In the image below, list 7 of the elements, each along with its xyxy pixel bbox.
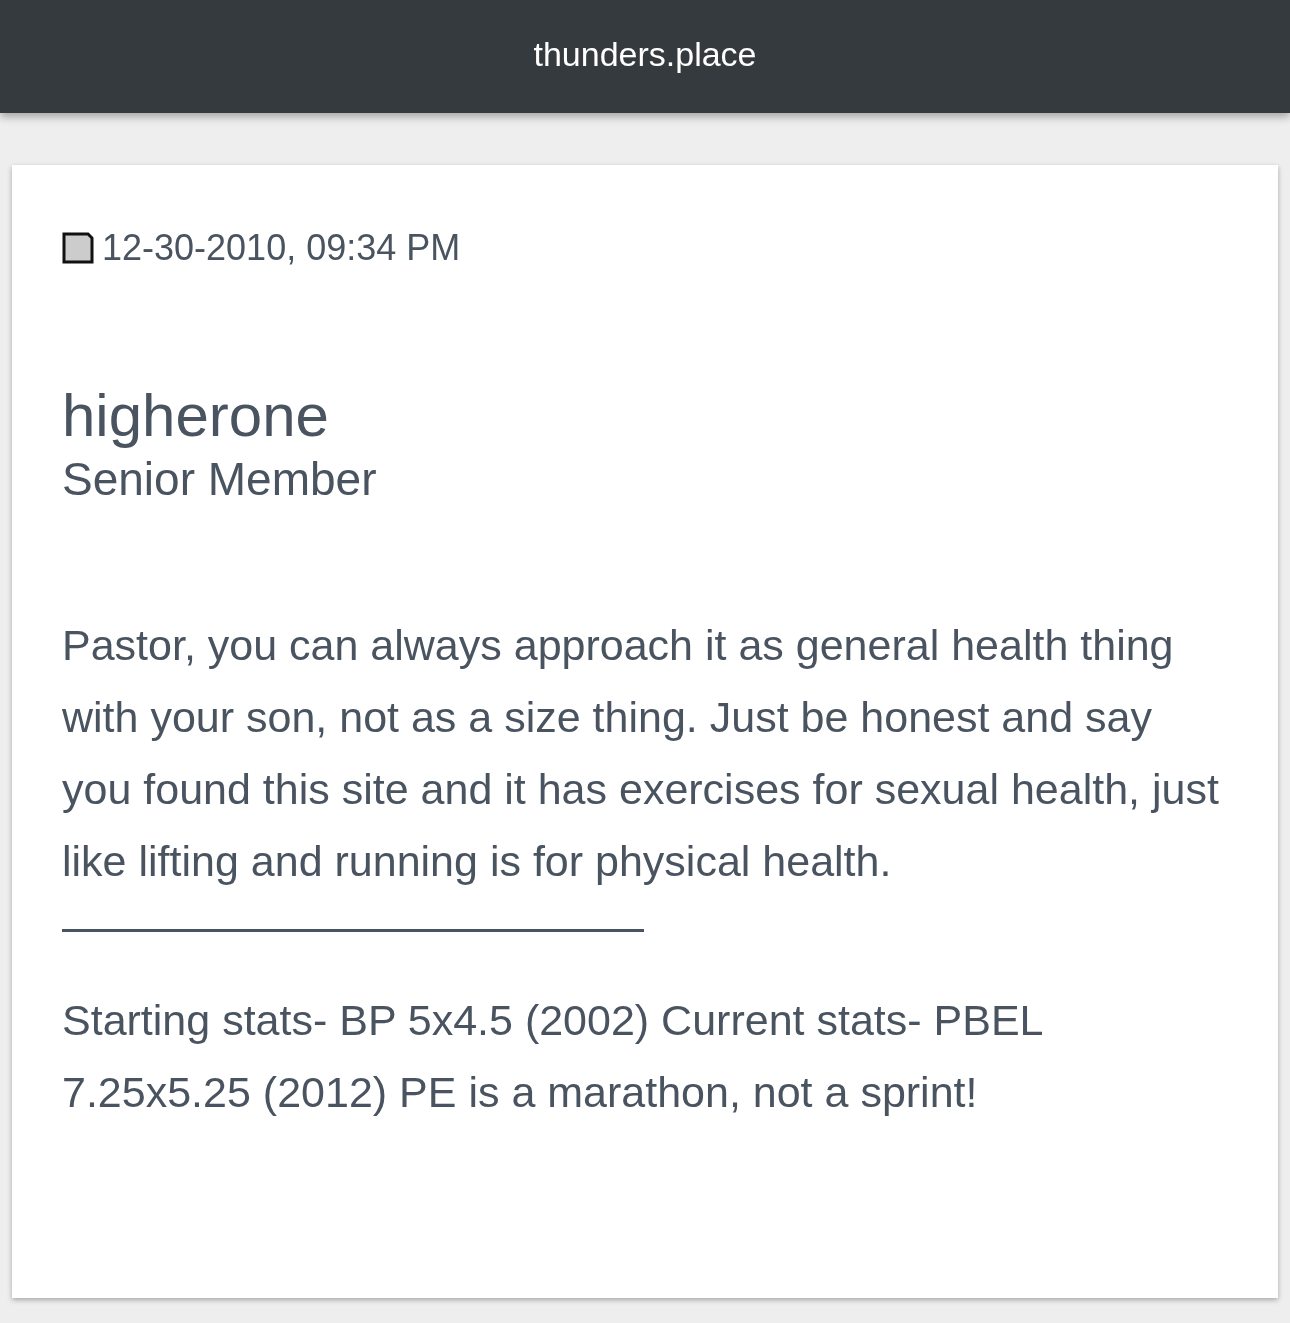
site-title: thunders.place — [533, 35, 757, 74]
post-date: 12-30-2010, 09:34 PM — [102, 227, 461, 269]
author-rank: Senior Member — [62, 452, 378, 507]
post-icon — [62, 232, 94, 264]
author-name: higherone — [62, 381, 330, 451]
signature: Starting stats- BP 5x4.5 (2002) Current stats- PBEL 7.25x5.25 (2012) PE is a marathon, not a sprint! — [62, 995, 1043, 1118]
post-body: Pastor, you can always approach it as general health thing with your son, not as a size thing. Just be honest and say you found this site and it has exercises for sexual health, just like lifting and running is for physical health. — [62, 620, 1220, 887]
